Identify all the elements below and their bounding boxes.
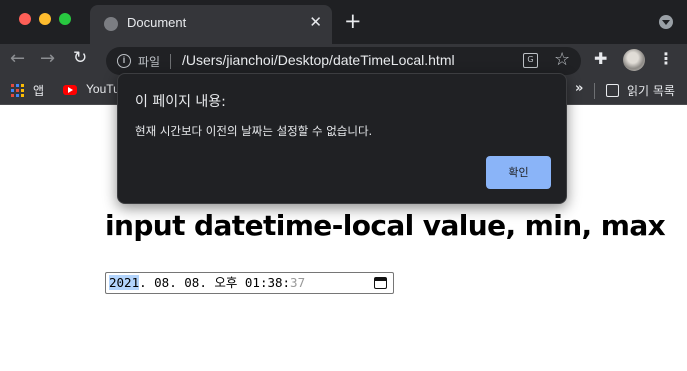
- datetime-value-text[interactable]: . 08. 08. 오후 01:38:: [139, 275, 290, 290]
- datetime-seconds-segment[interactable]: 37: [290, 275, 305, 290]
- more-bookmarks-icon[interactable]: »: [575, 81, 583, 96]
- tab-close-icon[interactable]: ✕: [309, 13, 322, 31]
- bookmark-star-icon[interactable]: ☆: [554, 49, 570, 70]
- address-bar[interactable]: i 파일 /Users/jianchoi/Desktop/dateTimeLoc…: [106, 47, 581, 75]
- reading-list-button[interactable]: 읽기 목록: [627, 82, 675, 99]
- datetime-year-segment[interactable]: 2021: [109, 275, 140, 290]
- alert-dialog: 이 페이지 내용: 현재 시간보다 이전의 날짜는 설정할 수 없습니다. 확인: [117, 73, 567, 204]
- dialog-title: 이 페이지 내용:: [135, 94, 226, 110]
- reading-list-icon[interactable]: [606, 84, 619, 97]
- dialog-message: 현재 시간보다 이전의 날짜는 설정할 수 없습니다.: [135, 124, 373, 138]
- menu-icon[interactable]: ⋮: [658, 49, 674, 68]
- browser-titlebar: Document ✕ +: [0, 0, 687, 44]
- bookmark-youtube[interactable]: YouTu: [86, 82, 120, 96]
- window-minimize-button[interactable]: [39, 13, 51, 25]
- youtube-icon[interactable]: [63, 85, 77, 95]
- url-text[interactable]: /Users/jianchoi/Desktop/dateTimeLocal.ht…: [182, 52, 455, 68]
- calendar-icon[interactable]: [374, 277, 387, 289]
- info-icon[interactable]: i: [117, 54, 131, 68]
- tab-title: Document: [127, 15, 187, 30]
- page-heading: input datetime-local value, min, max: [105, 209, 666, 242]
- bookmarks-divider: [594, 83, 595, 99]
- scheme-label: 파일: [138, 55, 161, 69]
- extensions-icon[interactable]: ✚: [594, 49, 607, 68]
- datetime-local-input[interactable]: 2021. 08. 08. 오후 01:38:37: [105, 272, 394, 294]
- translate-icon[interactable]: G: [523, 53, 538, 68]
- reload-icon[interactable]: ↻: [73, 48, 87, 68]
- apps-grid-icon[interactable]: [11, 84, 24, 97]
- window-close-button[interactable]: [19, 13, 31, 25]
- bookmark-apps[interactable]: 앱: [33, 82, 44, 99]
- globe-icon: [104, 17, 118, 31]
- browser-tab[interactable]: Document ✕: [90, 5, 332, 44]
- ok-button[interactable]: 확인: [486, 156, 551, 189]
- address-divider: [170, 54, 171, 69]
- window-maximize-button[interactable]: [59, 13, 71, 25]
- profile-avatar[interactable]: [623, 49, 645, 71]
- back-icon[interactable]: ←: [10, 48, 25, 69]
- new-tab-icon[interactable]: +: [344, 9, 362, 33]
- forward-icon[interactable]: →: [40, 48, 55, 69]
- tab-search-icon[interactable]: [659, 15, 673, 29]
